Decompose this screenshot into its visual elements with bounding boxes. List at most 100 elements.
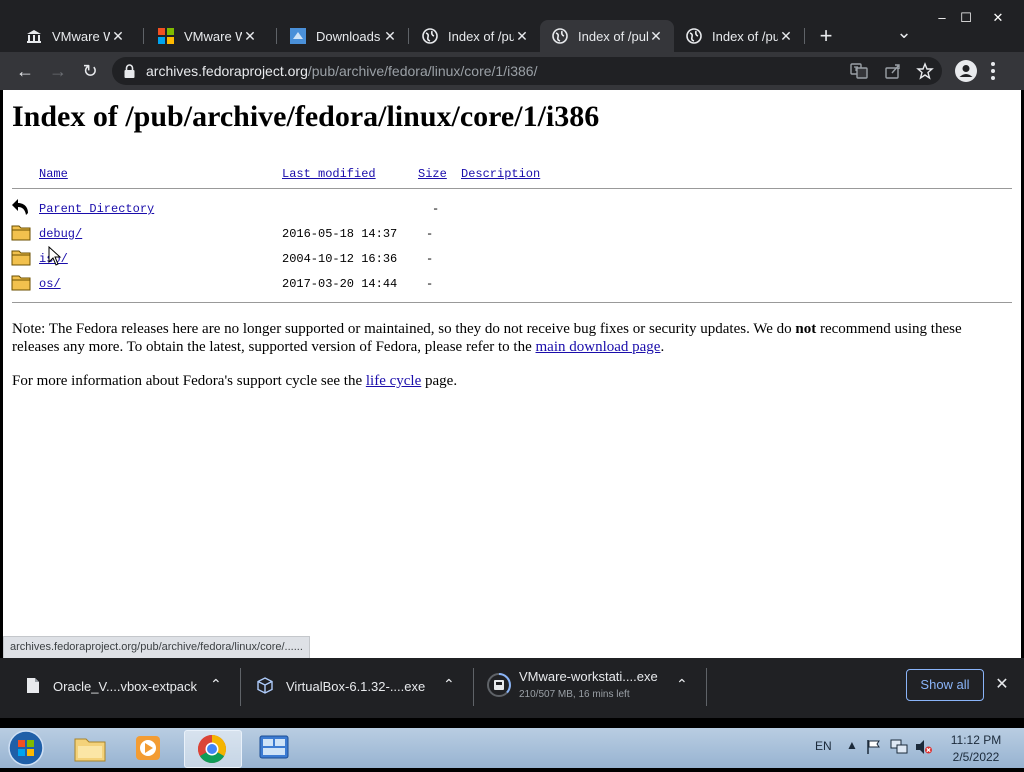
- tab-title: VMware Wor: [52, 28, 110, 44]
- column-header-size[interactable]: Size: [418, 167, 447, 181]
- globe-icon: [422, 28, 438, 44]
- window-close-button[interactable]: ✕: [984, 10, 1012, 28]
- close-icon[interactable]: ✕: [382, 28, 398, 45]
- url-text: archives.fedoraproject.org/pub/archive/f…: [146, 63, 537, 79]
- download-item-in-progress[interactable]: VMware-workstati....exe 210/507 MB, 16 m…: [474, 658, 706, 714]
- taskbar-explorer-button[interactable]: [62, 730, 118, 766]
- tab-6[interactable]: Index of /pul ✕: [664, 20, 804, 52]
- size-cell: -: [426, 277, 434, 291]
- network-icon[interactable]: [890, 739, 908, 760]
- tab-5-active[interactable]: Index of /pul ✕: [540, 20, 674, 52]
- note-text: Note: The Fedora releases here are no lo…: [12, 321, 792, 337]
- list-item: debug/ 2016-05-18 14:37 -: [11, 223, 451, 243]
- divider: [706, 668, 707, 706]
- show-all-button[interactable]: Show all: [906, 669, 984, 701]
- clock-date[interactable]: 2/5/2022: [948, 750, 1004, 764]
- share-icon[interactable]: [884, 62, 902, 85]
- tab-2[interactable]: VMware Wor ✕: [136, 20, 268, 52]
- lifecycle-note: For more information about Fedora's supp…: [12, 373, 457, 390]
- control-panel-icon: [258, 734, 290, 767]
- virtualbox-cube-icon: [257, 677, 273, 699]
- list-item: os/ 2017-03-20 14:44 -: [11, 273, 451, 293]
- close-icon[interactable]: ✕: [778, 28, 794, 45]
- tab-title: Index of /pul: [448, 28, 514, 44]
- column-header-last-modified[interactable]: Last modified: [282, 167, 376, 181]
- modified-cell: 2004-10-12 16:36: [282, 252, 398, 266]
- link-parent-directory[interactable]: Parent Directory: [39, 202, 154, 216]
- clock-time[interactable]: 11:12 PM: [948, 733, 1004, 747]
- modified-cell: 2016-05-18 14:37: [282, 227, 398, 241]
- close-icon[interactable]: ✕: [648, 28, 664, 45]
- menu-kebab-icon[interactable]: [990, 61, 996, 86]
- start-button-icon[interactable]: [6, 729, 46, 772]
- folder-icon: [11, 223, 31, 246]
- size-cell: -: [426, 227, 434, 241]
- tab-1[interactable]: VMware Wor ✕: [4, 20, 136, 52]
- media-player-icon: [134, 734, 162, 767]
- tab-title: Index of /pul: [578, 28, 648, 44]
- language-indicator[interactable]: EN: [815, 739, 832, 753]
- tab-title: VMware Wor: [184, 28, 242, 44]
- column-header-name[interactable]: Name: [39, 167, 68, 181]
- download-progress-ring-icon: [486, 672, 512, 703]
- translate-icon[interactable]: [850, 62, 868, 85]
- bookmark-star-icon[interactable]: [916, 62, 934, 85]
- lock-icon[interactable]: [124, 64, 135, 83]
- link-debug[interactable]: debug/: [39, 227, 82, 241]
- close-icon[interactable]: ✕: [110, 28, 126, 45]
- download-filename: VMware-workstati....exe: [519, 669, 658, 684]
- file-icon: [26, 677, 40, 699]
- note-text: page.: [425, 373, 458, 389]
- url-path: /pub/archive/fedora/linux/core/1/i386/: [307, 63, 538, 79]
- back-arrow-icon: [11, 198, 31, 223]
- divider: [12, 302, 1012, 303]
- download-shelf: Oracle_V....vbox-extpack ⌃ VirtualBox-6.…: [0, 658, 1024, 718]
- show-hidden-icons-icon[interactable]: ▲: [846, 738, 858, 752]
- page-title: Index of /pub/archive/fedora/linux/core/…: [12, 100, 600, 133]
- museum-icon: [26, 28, 42, 44]
- tab-3[interactable]: Downloads - ✕: [268, 20, 408, 52]
- main-download-link[interactable]: main download page: [536, 339, 661, 355]
- list-item: Parent Directory -: [11, 198, 451, 218]
- folder-icon: [11, 248, 31, 271]
- folder-icon: [74, 734, 106, 767]
- downloads-site-icon: [290, 28, 306, 44]
- back-button[interactable]: ←: [14, 60, 36, 82]
- download-progress-text: 210/507 MB, 16 mins left: [519, 689, 630, 700]
- maximize-button[interactable]: ☐: [952, 10, 980, 28]
- taskbar-control-panel-button[interactable]: [246, 730, 302, 766]
- chevron-up-icon[interactable]: ⌃: [210, 676, 222, 693]
- tab-search-button[interactable]: ⌄: [893, 23, 915, 46]
- link-os[interactable]: os/: [39, 277, 61, 291]
- forward-button[interactable]: →: [47, 60, 69, 82]
- tab-4[interactable]: Index of /pul ✕: [400, 20, 540, 52]
- life-cycle-link[interactable]: life cycle: [366, 373, 421, 389]
- download-item[interactable]: VirtualBox-6.1.32-....exe ⌃: [241, 658, 473, 714]
- size-cell: -: [432, 202, 440, 216]
- reload-button[interactable]: ↻: [79, 60, 101, 82]
- folder-icon: [11, 273, 31, 296]
- close-icon[interactable]: ✕: [514, 28, 530, 45]
- profile-avatar-icon[interactable]: [955, 60, 977, 87]
- tab-title: Index of /pul: [712, 28, 778, 44]
- taskbar-media-player-button[interactable]: [120, 730, 176, 766]
- download-filename: Oracle_V....vbox-extpack: [53, 679, 198, 694]
- close-download-shelf-button[interactable]: ✕: [992, 675, 1012, 695]
- download-item[interactable]: Oracle_V....vbox-extpack ⌃: [0, 658, 240, 714]
- column-header-description[interactable]: Description: [461, 167, 540, 181]
- action-center-flag-icon[interactable]: [866, 739, 882, 760]
- browser-toolbar: ← → ↻ archives.fedoraproject.org/pub/arc…: [0, 52, 1024, 90]
- new-tab-button[interactable]: +: [814, 25, 838, 49]
- close-icon[interactable]: ✕: [242, 28, 258, 45]
- note-text: .: [660, 339, 665, 355]
- address-bar[interactable]: archives.fedoraproject.org/pub/archive/f…: [112, 57, 942, 85]
- chevron-up-icon[interactable]: ⌃: [676, 676, 688, 693]
- page-content: Index of /pub/archive/fedora/linux/core/…: [3, 90, 1021, 658]
- support-note: Note: The Fedora releases here are no lo…: [12, 320, 1012, 356]
- chevron-up-icon[interactable]: ⌃: [443, 676, 455, 693]
- volume-muted-icon[interactable]: [915, 739, 933, 760]
- link-status-bubble: archives.fedoraproject.org/pub/archive/f…: [3, 636, 310, 659]
- microsoft-icon: [158, 28, 174, 44]
- taskbar-chrome-button[interactable]: [184, 730, 242, 768]
- globe-icon: [686, 28, 702, 44]
